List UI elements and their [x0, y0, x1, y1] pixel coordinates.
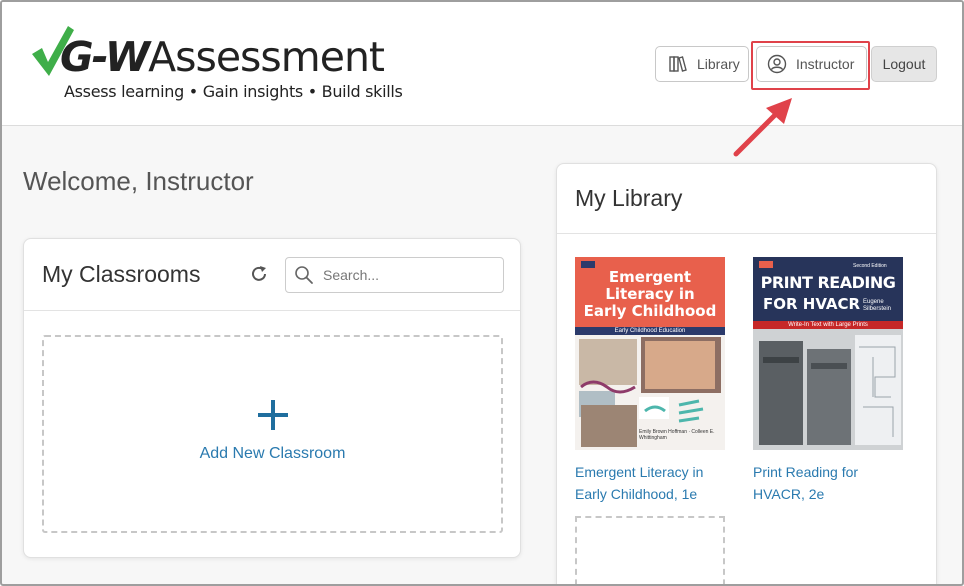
refresh-icon[interactable] — [248, 263, 270, 285]
book-title-print-reading-hvacr[interactable]: Print Reading for HVACR, 2e — [753, 461, 903, 505]
book-cover-hvacr-subtitle: Write-In Text with Large Prints — [788, 322, 868, 328]
books-icon — [668, 54, 688, 74]
book-cover-print-reading-hvacr[interactable]: PRINT READING FOR HVACR Second Edition E… — [753, 257, 903, 450]
app-window: G-WAssessment Assess learning • Gain ins… — [0, 0, 964, 586]
book-title-emergent-literacy[interactable]: Emergent Literacy in Early Childhood, 1e — [575, 461, 725, 505]
logo-brand-suffix: Assessment — [148, 33, 385, 81]
add-new-classroom-button[interactable]: Add New Classroom — [42, 335, 503, 533]
book-cover-emergent-title: Emergent Literacy in Early Childhood — [583, 268, 717, 320]
my-classrooms-title: My Classrooms — [42, 261, 201, 287]
instructor-button[interactable]: Instructor — [756, 46, 867, 82]
logo-title: G-WAssessment — [60, 32, 385, 82]
search-input[interactable] — [323, 264, 493, 286]
search-icon — [295, 266, 313, 284]
plus-icon — [258, 400, 288, 430]
my-classrooms-header: My Classrooms — [24, 239, 520, 311]
header: G-WAssessment Assess learning • Gain ins… — [2, 2, 962, 126]
library-button-label: Library — [697, 56, 740, 72]
logo-tagline: Assess learning • Gain insights • Build … — [64, 82, 403, 101]
book-cover-emergent-authors: Emily Brown Hoffman · Colleen E. Whittin… — [639, 429, 715, 441]
book-print-reading-hvacr[interactable]: PRINT READING FOR HVACR Second Edition E… — [753, 257, 903, 505]
book-cover-hvacr-title-line2: FOR HVACR — [763, 295, 861, 313]
welcome-heading: Welcome, Instructor — [23, 166, 254, 196]
book-cover-emergent-literacy[interactable]: Emergent Literacy in Early Childhood Ear… — [575, 257, 725, 450]
book-cover-hvacr-author: Eugene Silberstein — [863, 299, 892, 312]
my-library-title: My Library — [575, 185, 683, 211]
instructor-button-label: Instructor — [796, 56, 855, 72]
my-library-card: My Library Emergent Literacy in Early Ch… — [556, 163, 937, 584]
logout-button-label: Logout — [882, 56, 926, 72]
book-cover-hvacr-edition: Second Edition — [853, 263, 887, 269]
logo-brand-prefix: G-W — [60, 33, 150, 81]
classroom-search — [285, 257, 504, 293]
my-library-header: My Library — [557, 164, 936, 234]
add-new-classroom-label: Add New Classroom — [199, 445, 346, 462]
gw-assessment-logo[interactable]: G-WAssessment Assess learning • Gain ins… — [30, 20, 403, 106]
book-cover-emergent-subtitle: Early Childhood Education — [614, 328, 686, 334]
user-circle-icon — [767, 54, 787, 74]
my-classrooms-card: My Classrooms Add New Classroom — [23, 238, 521, 558]
library-button[interactable]: Library — [655, 46, 749, 82]
book-emergent-literacy[interactable]: Emergent Literacy in Early Childhood Ear… — [575, 257, 725, 505]
book-placeholder — [575, 516, 725, 584]
book-cover-hvacr-title-line1: PRINT READING — [760, 273, 896, 292]
logout-button[interactable]: Logout — [871, 46, 937, 82]
